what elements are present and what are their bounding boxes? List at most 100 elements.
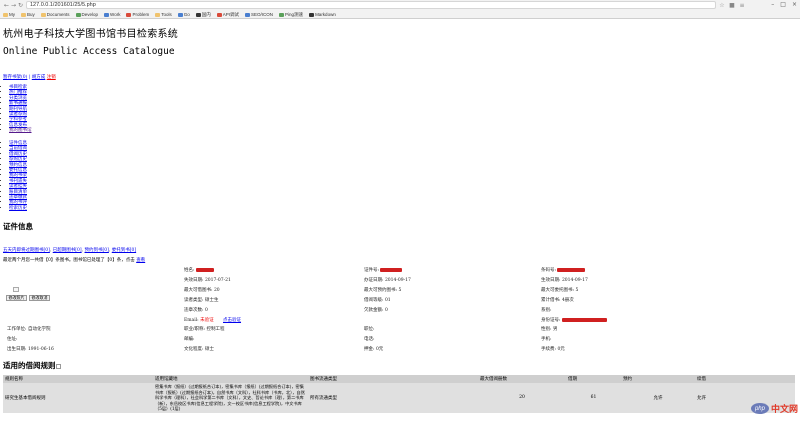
menu-item-label: 期刊导航: [9, 106, 27, 112]
alert-link[interactable]: 已超期图书[0]: [53, 248, 82, 253]
folder-icon: [126, 12, 132, 17]
opac-page: 杭州电子科技大学图书馆书目检索系统 Online Public Access C…: [0, 19, 800, 421]
bookmark-item[interactable]: My: [3, 12, 15, 17]
max-reserve-field: 最大可预约图书: 5: [364, 288, 402, 293]
email-verify-link[interactable]: 点击验证: [223, 318, 241, 323]
page-title-en: Online Public Access Catalogue: [3, 46, 175, 57]
shelf-link[interactable]: 暂存书架(0): [3, 75, 27, 80]
bookmark-label: Develop: [81, 12, 99, 17]
menu-item[interactable]: 我的图书馆: [9, 128, 32, 133]
table-header: 适用馆藏地: [153, 375, 308, 383]
bookmark-item[interactable]: Work: [104, 12, 120, 17]
broken-image-icon: [55, 363, 61, 369]
php-logo: php: [750, 403, 769, 414]
menu-item-label: 荐购历史: [9, 157, 27, 163]
total-loan-field: 累计借书: 4册次: [541, 298, 574, 303]
menu-item-label: 检索历史: [9, 205, 27, 211]
bookmark-item[interactable]: Tools: [155, 12, 172, 17]
menu-item-label: 我的书评: [9, 200, 27, 206]
name-field: 姓名:: [184, 267, 214, 273]
table-cell-reserve: 允许: [621, 383, 695, 413]
redaction-mark: [561, 317, 607, 322]
folder-icon: [40, 12, 46, 17]
menu-item[interactable]: 检索历史: [9, 206, 27, 211]
folder-icon: [195, 12, 201, 17]
bookmark-item[interactable]: 国内: [195, 12, 211, 18]
menu-item-label: 新书通报: [9, 101, 27, 107]
change-photo-button[interactable]: 修改照片: [6, 295, 27, 301]
bookmarks-bar: My Buy Documents Develop Work Problem Tools Go 国…: [0, 10, 800, 19]
rules-heading-text: 适用的借阅规则: [3, 361, 56, 370]
postcode-field: 邮编:: [184, 337, 195, 342]
section-cert-heading: 证件信息: [3, 222, 33, 231]
logout-link[interactable]: 注销: [47, 75, 56, 80]
bookmark-item[interactable]: Ping测速: [279, 12, 303, 18]
menu-item-label: 学科参考: [9, 117, 27, 123]
bookmark-label: API调试: [222, 11, 240, 17]
bookmark-item[interactable]: SEO/ICON: [245, 12, 273, 17]
folder-icon: [3, 12, 8, 17]
work-unit-field: 工作单位: 自动化学院: [7, 327, 51, 332]
user-link[interactable]: 胡方成: [32, 75, 46, 80]
bookmark-label: Markdown: [315, 12, 336, 17]
bookmark-item[interactable]: API调试: [216, 11, 240, 18]
folder-icon: [279, 12, 285, 17]
back-icon[interactable]: ←: [3, 2, 10, 9]
alert-link[interactable]: 委托到书[0]: [112, 248, 136, 253]
menu-item-label: 书刊遗失: [9, 178, 27, 184]
bookmark-item[interactable]: Documents: [40, 12, 70, 17]
address-bar[interactable]: 127.0.0.1/201601/25/5.php: [26, 1, 716, 9]
rules-header-row: 规则名称 适用馆藏地 图书流通类型 最大借阅册数 借期 预约 续借: [3, 375, 795, 383]
table-cell-locations: 密集书库（报纸）(过期报纸合订本)，密集书库（报纸）(过期报纸合订本)，密集书库…: [153, 383, 308, 413]
star-icon[interactable]: ☆: [718, 1, 726, 9]
maximize-icon[interactable]: □: [780, 1, 786, 8]
folder-icon: [104, 12, 110, 17]
bookmark-item[interactable]: Buy: [21, 12, 35, 17]
bookmark-item[interactable]: Markdown: [309, 12, 336, 17]
reload-icon[interactable]: ↻: [17, 2, 24, 9]
redaction-mark: [557, 267, 586, 272]
notice-text-post: 】条，点击: [112, 258, 135, 263]
loan-level-field: 借阅等级: 01: [364, 298, 391, 303]
extension-icon[interactable]: ■: [728, 1, 736, 9]
bookmark-item[interactable]: Go: [177, 12, 190, 17]
notice-view-link[interactable]: 查看: [136, 258, 145, 263]
folder-icon: [309, 12, 315, 17]
bookmark-item[interactable]: Develop: [75, 12, 99, 17]
folder-icon: [216, 12, 222, 17]
forward-icon[interactable]: →: [10, 2, 17, 9]
minimize-icon[interactable]: –: [771, 1, 774, 8]
redaction-mark: [380, 267, 403, 272]
issue-date-field: 办证日期: 2014-09-17: [364, 278, 411, 283]
page-title-cn: 杭州电子科技大学图书馆书目检索系统: [3, 29, 179, 40]
table-header: 借期: [566, 375, 621, 383]
close-icon[interactable]: ×: [792, 1, 797, 8]
bookmark-label: Ping测速: [285, 11, 304, 17]
menu-item-label: 预约信息: [9, 162, 27, 168]
table-header: 预约: [621, 375, 695, 383]
top-links: 暂存书架(0) | 胡方成 注销: [3, 74, 56, 80]
effective-date-field: 生效日期: 2014-09-17: [541, 278, 588, 283]
max-loan-field: 最大可借图书: 20: [184, 288, 220, 293]
library-menu: 证件信息当前借阅借阅历史荐购历史预约信息委托信息我的书架书刊遗失读者挂失账目清单…: [9, 141, 27, 211]
bookmark-label: Documents: [46, 12, 70, 17]
bookmark-label: SEO/ICON: [251, 12, 274, 17]
menu-icon[interactable]: ≡: [738, 1, 746, 9]
bookmark-item[interactable]: Problem: [126, 12, 149, 17]
table-header: 图书流通类型: [308, 375, 478, 383]
email-field: Email: 未验证 点击验证: [184, 318, 242, 323]
menu-item-label: 当前借阅: [9, 146, 27, 152]
alert-link[interactable]: 预约到书[0]: [85, 248, 109, 253]
bookmark-label: My: [9, 12, 15, 17]
expire-date-field: 失效日期: 2017-07-21: [184, 278, 231, 283]
menu-item-label: 信息发布: [9, 122, 27, 128]
notice-text-mid: 】条图书。图书馆已处理了【: [50, 258, 110, 263]
alert-link[interactable]: 五天内即将过期图书[0]: [3, 248, 50, 253]
menu-item-label: 账目清单: [9, 189, 27, 195]
deposit-field: 押金: 0元: [364, 347, 384, 352]
menu-item-label: 读者挂失: [9, 184, 27, 190]
table-row: 研究生基本借阅规则 密集书库（报纸）(过期报纸合订本)，密集书库（报纸）(过期报纸…: [3, 383, 795, 413]
watermark-site: 中文网: [770, 405, 798, 415]
reader-type-field: 读者类型: 硕士生: [184, 298, 219, 303]
cancel-photo-button[interactable]: 修改取消: [29, 295, 50, 301]
